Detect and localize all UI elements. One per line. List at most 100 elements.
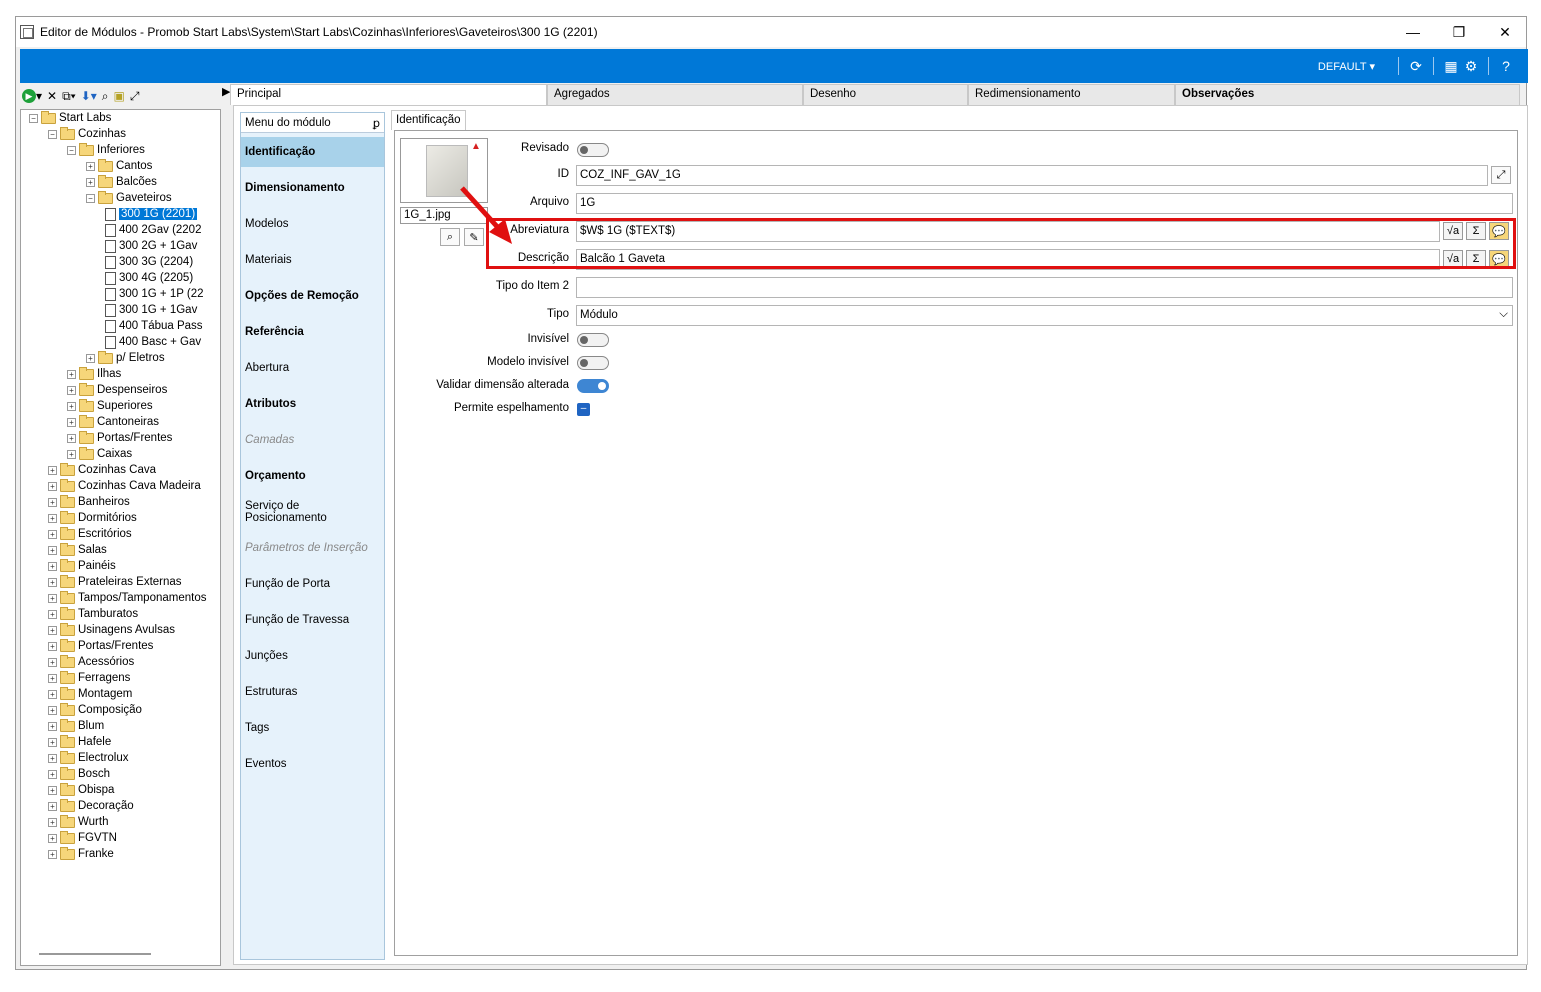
expand-icon[interactable]: + <box>48 593 57 603</box>
module-menu-item[interactable]: Atributos <box>241 389 384 419</box>
tree-node[interactable]: 400 2Gav (2202 <box>105 222 201 238</box>
descricao-field[interactable]: Balcão 1 Gaveta <box>576 249 1440 270</box>
invisivel-toggle[interactable] <box>577 333 609 347</box>
tree-node[interactable]: + Portas/Frentes <box>67 430 172 446</box>
expand-icon[interactable]: + <box>67 433 76 443</box>
module-menu-item[interactable]: Referência <box>241 317 384 347</box>
tab-principal[interactable]: Principal <box>230 84 547 105</box>
tree-node[interactable]: + Portas/Frentes <box>48 638 153 654</box>
layout-icon[interactable]: ▦ <box>1441 56 1461 76</box>
tree-node[interactable]: + Escritórios <box>48 526 132 542</box>
descricao-formula-button[interactable]: √a <box>1443 250 1463 268</box>
tree-node[interactable]: 400 Basc + Gav <box>105 334 201 350</box>
tree-node[interactable]: + Wurth <box>48 814 108 830</box>
tree-node[interactable]: 400 Tábua Pass <box>105 318 203 334</box>
expand-icon[interactable]: + <box>48 513 57 523</box>
collapse-icon[interactable]: − <box>86 193 95 203</box>
module-menu-item[interactable]: Junções <box>241 641 384 671</box>
tree-node[interactable]: − Start Labs <box>29 110 111 126</box>
expand-icon[interactable]: + <box>48 545 57 555</box>
browse-image-button[interactable]: ⌕ <box>440 228 460 246</box>
delete-icon[interactable]: ✕ <box>47 87 57 105</box>
expand-icon[interactable]: + <box>48 561 57 571</box>
tree-node[interactable]: + Decoração <box>48 798 134 814</box>
arquivo-field[interactable]: 1G <box>576 193 1513 214</box>
module-menu-item[interactable]: Orçamento <box>241 461 384 491</box>
expand-icon[interactable]: + <box>67 449 76 459</box>
expand-icon[interactable]: + <box>48 753 57 763</box>
id-field[interactable]: COZ_INF_GAV_1G <box>576 165 1488 186</box>
module-menu-item[interactable]: Abertura <box>241 353 384 383</box>
expand-icon[interactable]: + <box>86 177 95 187</box>
tree-node[interactable]: + Bosch <box>48 766 110 782</box>
expand-icon[interactable]: + <box>48 529 57 539</box>
tree-node[interactable]: 300 3G (2204) <box>105 254 193 270</box>
collapse-icon[interactable]: − <box>48 129 57 139</box>
tree-node[interactable]: + Electrolux <box>48 750 129 766</box>
tree-node[interactable]: + Cozinhas Cava <box>48 462 156 478</box>
module-menu-item[interactable]: Parâmetros de Inserção <box>241 533 384 563</box>
find-icon[interactable]: ⌕ <box>102 87 109 105</box>
collapse-icon[interactable]: − <box>67 145 76 155</box>
tree-node[interactable]: − Inferiores <box>67 142 145 158</box>
module-menu-item[interactable]: Função de Travessa <box>241 605 384 635</box>
expand-icon[interactable]: + <box>48 465 57 475</box>
module-menu-item[interactable]: Dimensionamento <box>241 173 384 203</box>
tree-node[interactable]: 300 4G (2205) <box>105 270 193 286</box>
module-menu-item[interactable]: Camadas <box>241 425 384 455</box>
settings-icon[interactable]: ⚙ <box>1461 56 1481 76</box>
expand-icon[interactable]: + <box>48 705 57 715</box>
modelo-invisivel-toggle[interactable] <box>577 356 609 370</box>
tree-node[interactable]: + Composição <box>48 702 142 718</box>
module-menu-item[interactable]: Serviço de Posicionamento <box>241 497 384 527</box>
tree-node[interactable]: + Ilhas <box>67 366 121 382</box>
tab-desenho[interactable]: Desenho <box>803 84 968 105</box>
tree-node[interactable]: + Banheiros <box>48 494 130 510</box>
tab-redimensionamento[interactable]: Redimensionamento <box>968 84 1175 105</box>
expand-icon[interactable]: + <box>48 817 57 827</box>
tree-node[interactable]: 300 1G + 1P (22 <box>105 286 204 302</box>
module-tree[interactable]: − Start Labs − Cozinhas − Inferiores + Cantos + B… <box>20 109 221 966</box>
expand-icon[interactable]: + <box>67 369 76 379</box>
refresh-icon[interactable]: ⟳ <box>1406 56 1426 76</box>
expand-icon[interactable]: + <box>86 161 95 171</box>
expand-icon[interactable]: + <box>48 625 57 635</box>
tree-node[interactable]: + Despenseiros <box>67 382 167 398</box>
tree-node[interactable]: + Montagem <box>48 686 132 702</box>
tree-node[interactable]: + Acessórios <box>48 654 134 670</box>
tree-node[interactable]: + Prateleiras Externas <box>48 574 182 590</box>
module-menu-item[interactable]: Identificação <box>241 137 384 167</box>
abreviatura-comment-button[interactable]: 💬 <box>1489 222 1509 240</box>
pick-icon[interactable]: ⤢ <box>130 87 140 105</box>
expand-icon[interactable]: + <box>86 353 95 363</box>
move-down-icon[interactable]: ⬇▾ <box>81 87 97 105</box>
module-menu-item[interactable]: Materiais <box>241 245 384 275</box>
tree-node[interactable]: + Obispa <box>48 782 114 798</box>
expand-icon[interactable]: + <box>67 385 76 395</box>
tree-node[interactable]: + Salas <box>48 542 107 558</box>
restore-button[interactable]: ❐ <box>1436 17 1482 47</box>
tree-node[interactable]: + Painéis <box>48 558 116 574</box>
tree-node[interactable]: − Gaveteiros <box>86 190 172 206</box>
tree-node[interactable]: + Tampos/Tamponamentos <box>48 590 206 606</box>
expand-icon[interactable]: + <box>48 497 57 507</box>
expand-icon[interactable]: + <box>48 481 57 491</box>
minimize-button[interactable]: — <box>1390 17 1436 47</box>
pin-icon[interactable]: ꝑ <box>373 116 380 130</box>
tab-identificacao[interactable]: Identificação <box>391 110 466 130</box>
expand-icon[interactable]: + <box>48 673 57 683</box>
folder-tool-icon[interactable]: ▣ <box>114 87 125 105</box>
help-icon[interactable]: ? <box>1496 56 1516 76</box>
expand-icon[interactable]: + <box>48 737 57 747</box>
expand-icon[interactable]: + <box>48 609 57 619</box>
tab-observacoes[interactable]: Observações <box>1175 84 1520 105</box>
module-menu-item[interactable]: Função de Porta <box>241 569 384 599</box>
tree-node[interactable]: + Balcões <box>86 174 157 190</box>
tree-node[interactable]: 300 2G + 1Gav <box>105 238 197 254</box>
abreviatura-formula-button[interactable]: √a <box>1443 222 1463 240</box>
tree-node[interactable]: + Cozinhas Cava Madeira <box>48 478 201 494</box>
module-menu-item[interactable]: Eventos <box>241 749 384 779</box>
tree-node[interactable]: + Caixas <box>67 446 132 462</box>
tree-node[interactable]: 300 1G + 1Gav <box>105 302 197 318</box>
descricao-comment-button[interactable]: 💬 <box>1489 250 1509 268</box>
